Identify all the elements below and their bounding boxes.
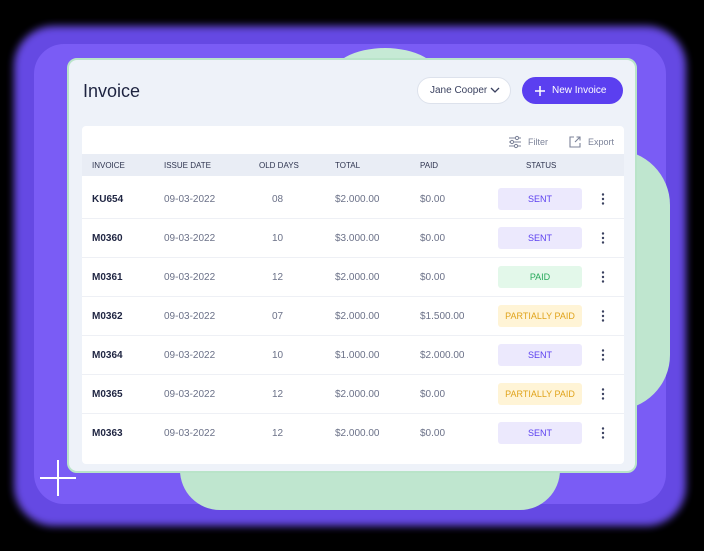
- column-header-issue-date: ISSUE DATE: [164, 161, 211, 170]
- paid-amount: $2.000.00: [420, 350, 465, 361]
- invoice-number[interactable]: M0360: [92, 233, 123, 244]
- chevron-down-icon: [490, 87, 500, 93]
- more-vertical-icon[interactable]: [598, 270, 608, 284]
- more-vertical-icon[interactable]: [598, 387, 608, 401]
- more-vertical-icon[interactable]: [598, 309, 608, 323]
- column-header-old-days: OLD DAYS: [259, 161, 299, 170]
- new-invoice-button[interactable]: New Invoice: [522, 77, 623, 104]
- table-row[interactable]: M0364 09-03-2022 10 $1.000.00 $2.000.00 …: [82, 336, 624, 375]
- old-days: 10: [272, 233, 284, 244]
- invoice-number[interactable]: M0365: [92, 389, 123, 400]
- old-days: 08: [272, 194, 284, 205]
- column-header-invoice: INVOICE: [92, 161, 125, 170]
- old-days: 07: [272, 311, 284, 322]
- total-amount: $2.000.00: [335, 311, 380, 322]
- status-badge: SENT: [498, 227, 582, 249]
- status-badge: PARTIALLY PAID: [498, 383, 582, 405]
- sliders-icon: [508, 135, 521, 149]
- paid-amount: $0.00: [420, 233, 446, 244]
- issue-date: 09-03-2022: [164, 194, 216, 205]
- user-select[interactable]: Jane Cooper: [417, 77, 511, 104]
- issue-date: 09-03-2022: [164, 389, 216, 400]
- status-badge: SENT: [498, 422, 582, 444]
- paid-amount: $0.00: [420, 389, 446, 400]
- invoice-table-card: Filter Export INVOICE ISSUE DATE OLD DAY…: [82, 126, 624, 464]
- paid-amount: $0.00: [420, 194, 446, 205]
- filter-button[interactable]: Filter: [508, 135, 548, 149]
- column-header-total: TOTAL: [335, 161, 361, 170]
- plus-icon: [535, 85, 545, 96]
- paid-amount: $0.00: [420, 272, 446, 283]
- issue-date: 09-03-2022: [164, 428, 216, 439]
- new-invoice-label: New Invoice: [552, 85, 607, 96]
- status-badge: PAID: [498, 266, 582, 288]
- total-amount: $3.000.00: [335, 233, 380, 244]
- table-body: KU654 09-03-2022 08 $2.000.00 $0.00 SENT…: [82, 180, 624, 453]
- total-amount: $2.000.00: [335, 428, 380, 439]
- table-toolbar: Filter Export: [508, 132, 614, 152]
- export-label: Export: [587, 137, 614, 147]
- more-vertical-icon[interactable]: [598, 192, 608, 206]
- old-days: 10: [272, 350, 284, 361]
- export-icon: [569, 136, 581, 148]
- table-row[interactable]: M0363 09-03-2022 12 $2.000.00 $0.00 SENT: [82, 414, 624, 453]
- table-row[interactable]: M0365 09-03-2022 12 $2.000.00 $0.00 PART…: [82, 375, 624, 414]
- column-header-status: STATUS: [526, 161, 557, 170]
- more-vertical-icon[interactable]: [598, 231, 608, 245]
- issue-date: 09-03-2022: [164, 272, 216, 283]
- user-select-value: Jane Cooper: [430, 85, 488, 96]
- filter-label: Filter: [527, 137, 548, 147]
- page-title: Invoice: [83, 81, 141, 101]
- table-header: INVOICE ISSUE DATE OLD DAYS TOTAL PAID S…: [82, 154, 624, 176]
- more-vertical-icon[interactable]: [598, 348, 608, 362]
- old-days: 12: [272, 389, 284, 400]
- invoice-panel: Invoice Jane Cooper New Invoice Filter E…: [67, 58, 637, 473]
- column-header-paid: PAID: [420, 161, 439, 170]
- invoice-number[interactable]: M0363: [92, 428, 123, 439]
- issue-date: 09-03-2022: [164, 233, 216, 244]
- status-badge: PARTIALLY PAID: [498, 305, 582, 327]
- table-row[interactable]: M0360 09-03-2022 10 $3.000.00 $0.00 SENT: [82, 219, 624, 258]
- paid-amount: $0.00: [420, 428, 446, 439]
- export-button[interactable]: Export: [568, 135, 614, 149]
- table-row[interactable]: KU654 09-03-2022 08 $2.000.00 $0.00 SENT: [82, 180, 624, 219]
- total-amount: $2.000.00: [335, 389, 380, 400]
- table-row[interactable]: M0362 09-03-2022 07 $2.000.00 $1.500.00 …: [82, 297, 624, 336]
- more-vertical-icon[interactable]: [598, 426, 608, 440]
- total-amount: $2.000.00: [335, 272, 380, 283]
- paid-amount: $1.500.00: [420, 311, 465, 322]
- invoice-number[interactable]: M0364: [92, 350, 123, 361]
- invoice-number[interactable]: M0361: [92, 272, 123, 283]
- table-row[interactable]: M0361 09-03-2022 12 $2.000.00 $0.00 PAID: [82, 258, 624, 297]
- old-days: 12: [272, 272, 284, 283]
- invoice-number[interactable]: M0362: [92, 311, 123, 322]
- total-amount: $2.000.00: [335, 194, 380, 205]
- issue-date: 09-03-2022: [164, 350, 216, 361]
- old-days: 12: [272, 428, 284, 439]
- total-amount: $1.000.00: [335, 350, 380, 361]
- status-badge: SENT: [498, 188, 582, 210]
- invoice-number[interactable]: KU654: [92, 194, 123, 205]
- issue-date: 09-03-2022: [164, 311, 216, 322]
- status-badge: SENT: [498, 344, 582, 366]
